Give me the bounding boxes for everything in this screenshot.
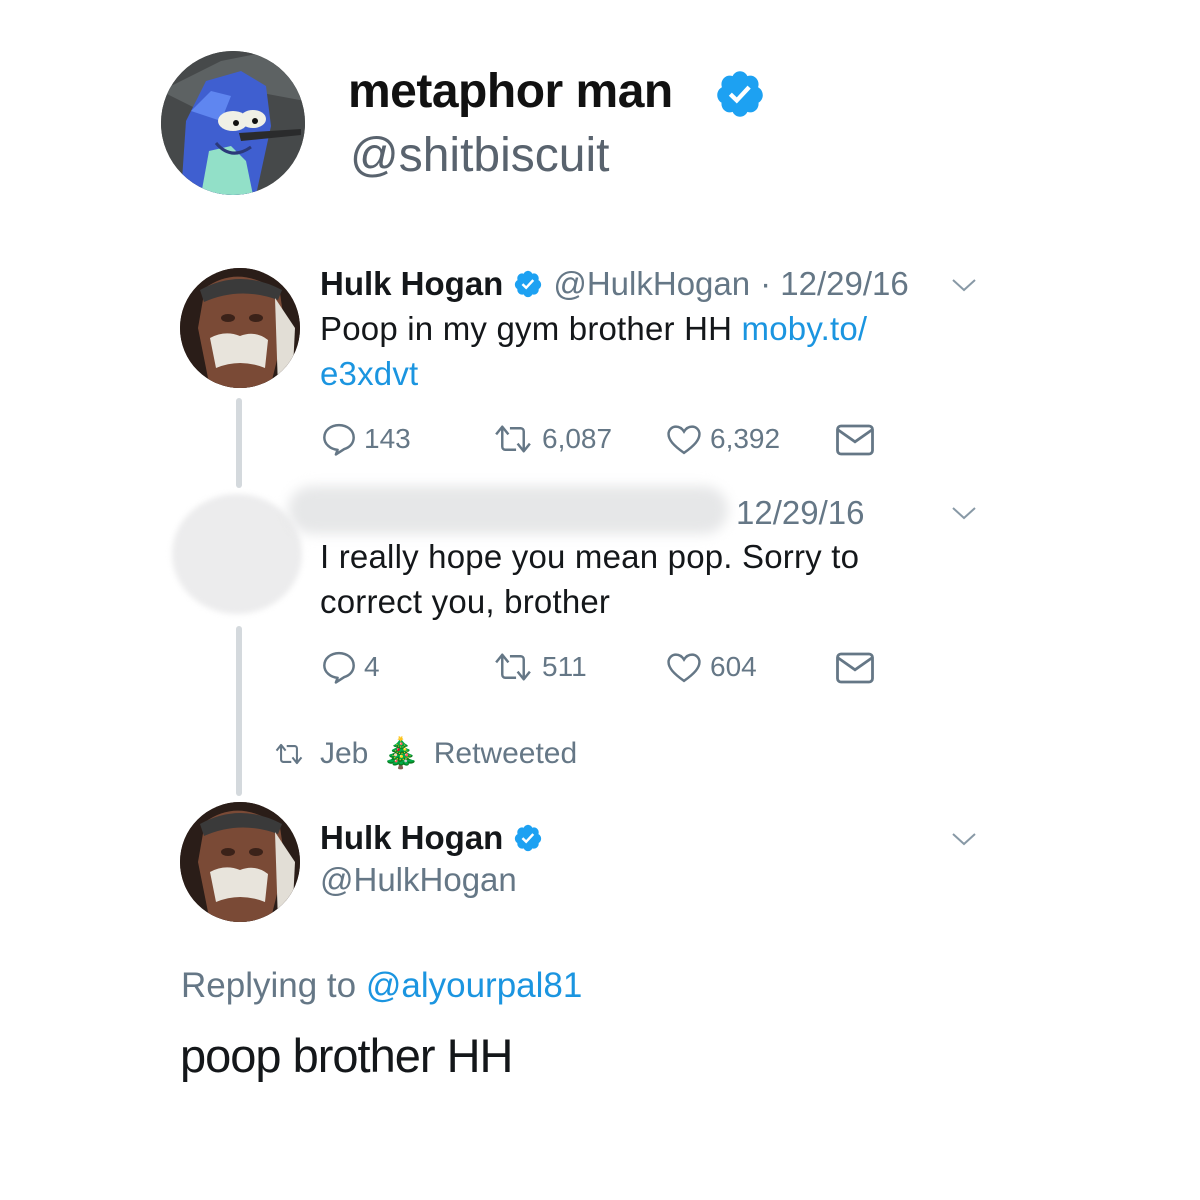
like-icon [667, 425, 701, 455]
redacted-avatar[interactable] [172, 494, 302, 614]
main-tweet-name[interactable]: Hulk Hogan [320, 818, 503, 858]
tweet2-like-action[interactable]: 604 [664, 650, 757, 684]
tweet2-retweet-count: 511 [542, 651, 587, 682]
reply-icon [323, 651, 355, 684]
replying-to: Replying to @alyourpal81 [181, 966, 582, 1006]
retweeted-label: Retweeted [433, 736, 578, 770]
hulk-hogan-avatar[interactable] [180, 268, 300, 388]
tweet1-handle[interactable]: @HulkHogan [553, 264, 750, 304]
retweet-icon [495, 653, 531, 681]
retweet-icon [275, 743, 303, 764]
tweet1-text: Poop in my gym brother HH moby.to/ e3xdv… [320, 310, 868, 392]
reply-icon [323, 423, 355, 456]
redacted-username [288, 486, 728, 534]
profile-handle[interactable]: @shitbiscuit [350, 126, 609, 186]
profile-avatar[interactable] [161, 51, 305, 195]
mordecai-avatar-icon [161, 51, 305, 195]
tweet2-retweet-action[interactable]: 511 [490, 650, 587, 684]
tweet2-text: I really hope you mean pop. Sorry to cor… [320, 538, 860, 620]
chevron-down-icon[interactable] [950, 276, 978, 294]
tweet1-header: Hulk Hogan @HulkHogan · 12/29/16 [320, 264, 909, 304]
tree-emoji-icon: 🎄 [382, 737, 420, 770]
tweet2-like-count: 604 [710, 651, 757, 682]
thread-line [236, 626, 242, 796]
replying-to-mention[interactable]: @alyourpal81 [366, 966, 583, 1005]
main-tweet-header: Hulk Hogan [320, 818, 543, 858]
tweet1-reply-count: 143 [364, 423, 411, 454]
verified-badge-icon [717, 71, 763, 117]
chevron-down-icon[interactable] [950, 504, 978, 522]
chevron-down-icon[interactable] [950, 830, 978, 848]
tweet2-date[interactable]: 12/29/16 [736, 493, 864, 533]
display-name[interactable]: metaphor man [348, 62, 673, 122]
tweet1-retweet-count: 6,087 [542, 423, 613, 454]
tweet2-reply-count: 4 [364, 651, 380, 682]
verified-badge-icon [515, 270, 542, 298]
main-tweet-text: poop brother HH [180, 1029, 513, 1082]
tweet1-reply-action[interactable]: 143 [320, 422, 411, 456]
hulk-hogan-face-icon [180, 802, 300, 922]
like-icon [667, 653, 701, 683]
dm-icon[interactable] [834, 650, 876, 686]
tweet1-name[interactable]: Hulk Hogan [320, 264, 503, 304]
dm-icon[interactable] [834, 422, 876, 458]
main-tweet-handle[interactable]: @HulkHogan [320, 860, 517, 900]
retweeted-banner[interactable]: Jeb 🎄 Retweeted [272, 736, 577, 771]
replying-to-label: Replying to [181, 966, 357, 1005]
tweet1-retweet-action[interactable]: 6,087 [490, 422, 612, 456]
verified-badge-icon [515, 824, 542, 852]
thread-line [236, 398, 242, 488]
tweet1-date[interactable]: · 12/29/16 [760, 264, 909, 304]
hulk-hogan-face-icon [180, 268, 300, 388]
hulk-hogan-avatar[interactable] [180, 802, 300, 922]
retweeter-name[interactable]: Jeb [320, 737, 368, 771]
tweet1-link-part2[interactable]: e3xdvt [320, 355, 418, 392]
tweet1-link-part1[interactable]: moby.to/ [742, 310, 868, 347]
tweet1-like-count: 6,392 [710, 423, 781, 454]
tweet1-like-action[interactable]: 6,392 [664, 422, 780, 456]
retweet-icon [495, 425, 531, 453]
tweet2-reply-action[interactable]: 4 [320, 650, 380, 684]
